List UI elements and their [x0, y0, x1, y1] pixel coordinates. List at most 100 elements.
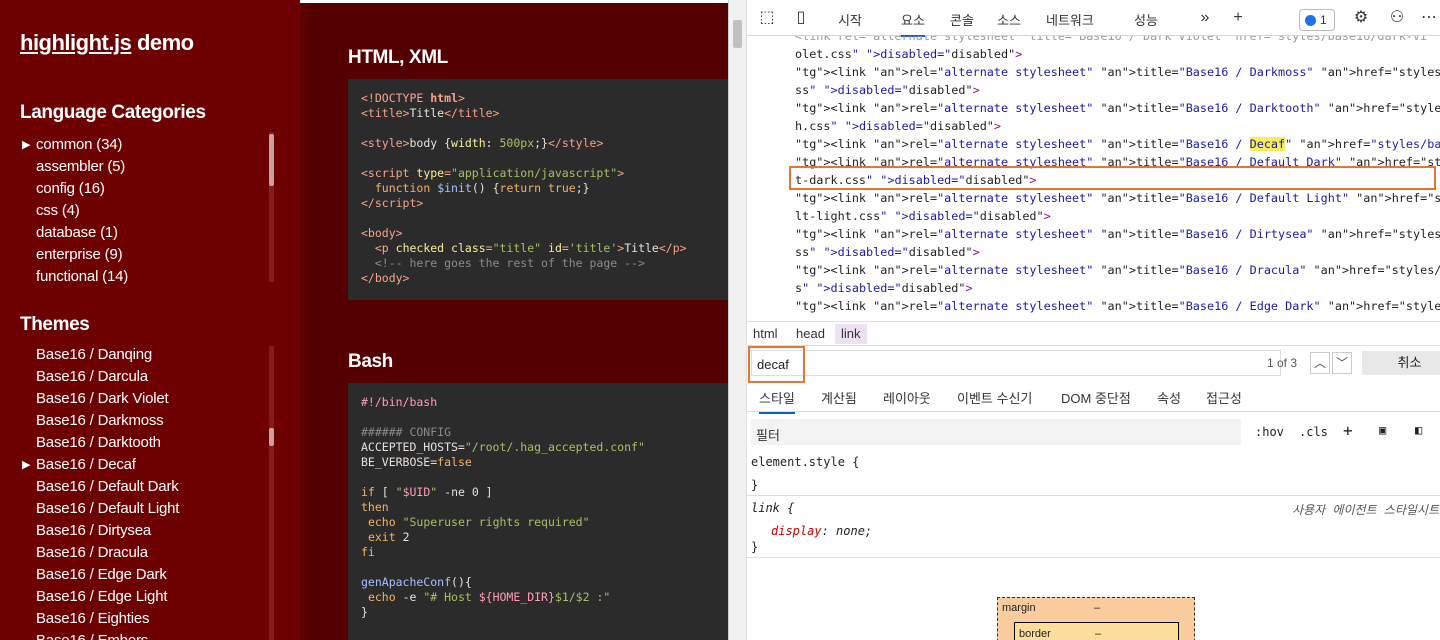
subtab-dom-breakpoints[interactable]: DOM 중단점	[1061, 388, 1131, 407]
dom-node-line[interactable]: "tg"><link "an">rel="alternate styleshee…	[795, 99, 1440, 117]
theme-item[interactable]: Base16 / Darcula	[20, 366, 280, 388]
theme-item-label: Base16 / Default Light	[36, 500, 180, 517]
category-item[interactable]: database (1)	[20, 222, 280, 244]
subtab-layout[interactable]: 레이아웃	[883, 388, 931, 407]
breadcrumb-link[interactable]: link	[835, 324, 867, 344]
dom-node-line[interactable]: "tg"><link "an">rel="alternate styleshee…	[795, 135, 1440, 153]
category-scroll-thumb[interactable]	[269, 134, 274, 186]
code-block-html: <!DOCTYPE html> <title>Title</title> <st…	[348, 79, 728, 300]
category-item-label: enterprise (9)	[36, 246, 123, 263]
device-emulation-icon[interactable]: ▯	[791, 8, 811, 28]
theme-item[interactable]: Base16 / Dirtysea	[20, 520, 280, 542]
page-scroll-thumb[interactable]	[733, 20, 742, 48]
link-rule-declaration[interactable]: display: none;	[771, 524, 872, 538]
category-item[interactable]: enterprise (9)	[20, 244, 280, 266]
breadcrumb-html[interactable]: html	[753, 326, 778, 341]
theme-item-label: Base16 / Dirtysea	[36, 522, 151, 539]
new-style-rule-icon[interactable]: +	[1343, 421, 1353, 440]
tab-sources[interactable]: 소스	[997, 10, 1021, 29]
hov-toggle[interactable]: :hov	[1255, 425, 1284, 439]
box-model-border-value[interactable]: –	[1095, 628, 1101, 640]
section-heading-bash: Bash	[348, 351, 393, 372]
category-item[interactable]: assembler (5)	[20, 156, 280, 178]
dom-node-line[interactable]: "tg"><link "an">rel="alternate styleshee…	[795, 297, 1440, 315]
theme-item[interactable]: Base16 / Embers	[20, 630, 280, 640]
link-rule-selector[interactable]: link {	[751, 501, 794, 515]
app-title[interactable]: highlight.js demo	[20, 30, 194, 56]
tab-elements[interactable]: 요소	[901, 10, 925, 37]
paint-bucket-icon[interactable]: ▣	[1379, 423, 1386, 437]
category-item-label: config (16)	[36, 180, 105, 197]
search-prev-button[interactable]: ︿	[1310, 352, 1330, 374]
theme-item-label: Base16 / Darktooth	[36, 434, 161, 451]
more-options-icon[interactable]: ⋯	[1419, 8, 1439, 28]
toggle-sidebar-icon[interactable]: ◧	[1415, 423, 1422, 437]
language-categories-heading: Language Categories	[20, 102, 206, 123]
theme-item[interactable]: Base16 / Eighties	[20, 608, 280, 630]
theme-item[interactable]: Base16 / Edge Dark	[20, 564, 280, 586]
category-item[interactable]: ▶ common (34)	[20, 134, 280, 156]
dom-node-line[interactable]: ss" ">disabled="disabled">	[795, 81, 980, 99]
dom-node-line[interactable]: "tg"><link "an">rel="alternate styleshee…	[795, 63, 1440, 81]
box-model-margin-label: margin	[1002, 602, 1036, 614]
theme-item-label: Base16 / Darkmoss	[36, 412, 164, 429]
theme-item[interactable]: Base16 / Darkmoss	[20, 410, 280, 432]
link-rule-close: }	[751, 540, 759, 554]
inspect-element-icon[interactable]: ⬚	[757, 8, 777, 28]
theme-scrollbar[interactable]	[269, 346, 274, 640]
tab-performance[interactable]: 성능	[1134, 10, 1158, 29]
dom-search-input[interactable]: decaf	[751, 350, 1281, 376]
tab-welcome[interactable]: 시작	[838, 10, 862, 29]
theme-item[interactable]: Base16 / Default Light	[20, 498, 280, 520]
theme-item[interactable]: ▶ Base16 / Decaf	[20, 454, 280, 476]
theme-item-label: Base16 / Decaf	[36, 456, 136, 473]
breadcrumb-head[interactable]: head	[796, 326, 825, 341]
page-scrollbar[interactable]	[729, 0, 747, 640]
dom-node-line[interactable]: "tg"><link "an">rel="alternate styleshee…	[795, 225, 1440, 243]
theme-item[interactable]: Base16 / Darktooth	[20, 432, 280, 454]
tab-console[interactable]: 콘솔	[950, 10, 974, 29]
app-title-link[interactable]: highlight.js	[20, 30, 132, 55]
tab-network[interactable]: 네트워크	[1046, 10, 1094, 29]
settings-gear-icon[interactable]: ⚙	[1351, 8, 1371, 28]
dom-node-line[interactable]: "tg"><link "an">rel="alternate styleshee…	[795, 261, 1440, 279]
dom-search-bar: decaf 1 of 3 ︿ ﹀ 취소	[747, 346, 1440, 383]
subtab-properties[interactable]: 속성	[1157, 388, 1181, 407]
selected-node-outline	[789, 166, 1436, 190]
cls-toggle[interactable]: .cls	[1299, 425, 1328, 439]
subtab-event-listeners[interactable]: 이벤트 수신기	[957, 388, 1032, 407]
subtab-computed[interactable]: 계산됨	[821, 388, 857, 407]
dom-node-line[interactable]: s" ">disabled="disabled">	[795, 279, 973, 297]
theme-item[interactable]: Base16 / Dracula	[20, 542, 280, 564]
dom-node-line[interactable]: "tg"><link "an">rel="alternate styleshee…	[795, 189, 1440, 207]
subtab-accessibility[interactable]: 접근성	[1206, 388, 1242, 407]
dom-node-line[interactable]: lt-light.css" ">disabled="disabled">	[795, 207, 1051, 225]
more-tabs-icon[interactable]: »	[1195, 8, 1215, 28]
theme-item[interactable]: Base16 / Dark Violet	[20, 388, 280, 410]
connect-device-icon[interactable]: ⚇	[1387, 8, 1407, 28]
category-item[interactable]: functional (14)	[20, 266, 280, 288]
element-style-selector[interactable]: element.style {	[751, 455, 859, 469]
box-model-margin-value[interactable]: –	[1094, 602, 1100, 614]
category-item[interactable]: config (16)	[20, 178, 280, 200]
theme-scroll-thumb[interactable]	[269, 428, 274, 446]
theme-item[interactable]: Base16 / Default Dark	[20, 476, 280, 498]
styles-filter-input[interactable]: 필터	[751, 419, 1241, 445]
search-cancel-button[interactable]: 취소	[1362, 351, 1440, 375]
category-item[interactable]: css (4)	[20, 200, 280, 222]
box-model-diagram: margin – border –	[997, 597, 1195, 640]
theme-item[interactable]: Base16 / Edge Light	[20, 586, 280, 608]
category-scrollbar[interactable]	[269, 132, 274, 282]
search-next-button[interactable]: ﹀	[1332, 352, 1352, 374]
theme-item[interactable]: Base16 / Danqing	[20, 344, 280, 366]
dom-node-line[interactable]: ss" ">disabled="disabled">	[795, 243, 980, 261]
dom-node-line[interactable]: olet.css" ">disabled="disabled">	[795, 45, 1022, 63]
user-agent-stylesheet-label: 사용자 에이전트 스타일시트	[1292, 503, 1439, 517]
subtab-styles[interactable]: 스타일	[759, 388, 795, 414]
category-item-label: assembler (5)	[36, 158, 126, 175]
dom-node-line[interactable]: h.css" ">disabled="disabled">	[795, 117, 1001, 135]
theme-item-label: Base16 / Danqing	[36, 346, 153, 363]
styles-filter-row: 필터 :hov .cls + ▣ ◧	[747, 413, 1440, 451]
issues-badge[interactable]: 1	[1299, 9, 1335, 31]
add-tab-icon[interactable]: +	[1228, 8, 1248, 28]
